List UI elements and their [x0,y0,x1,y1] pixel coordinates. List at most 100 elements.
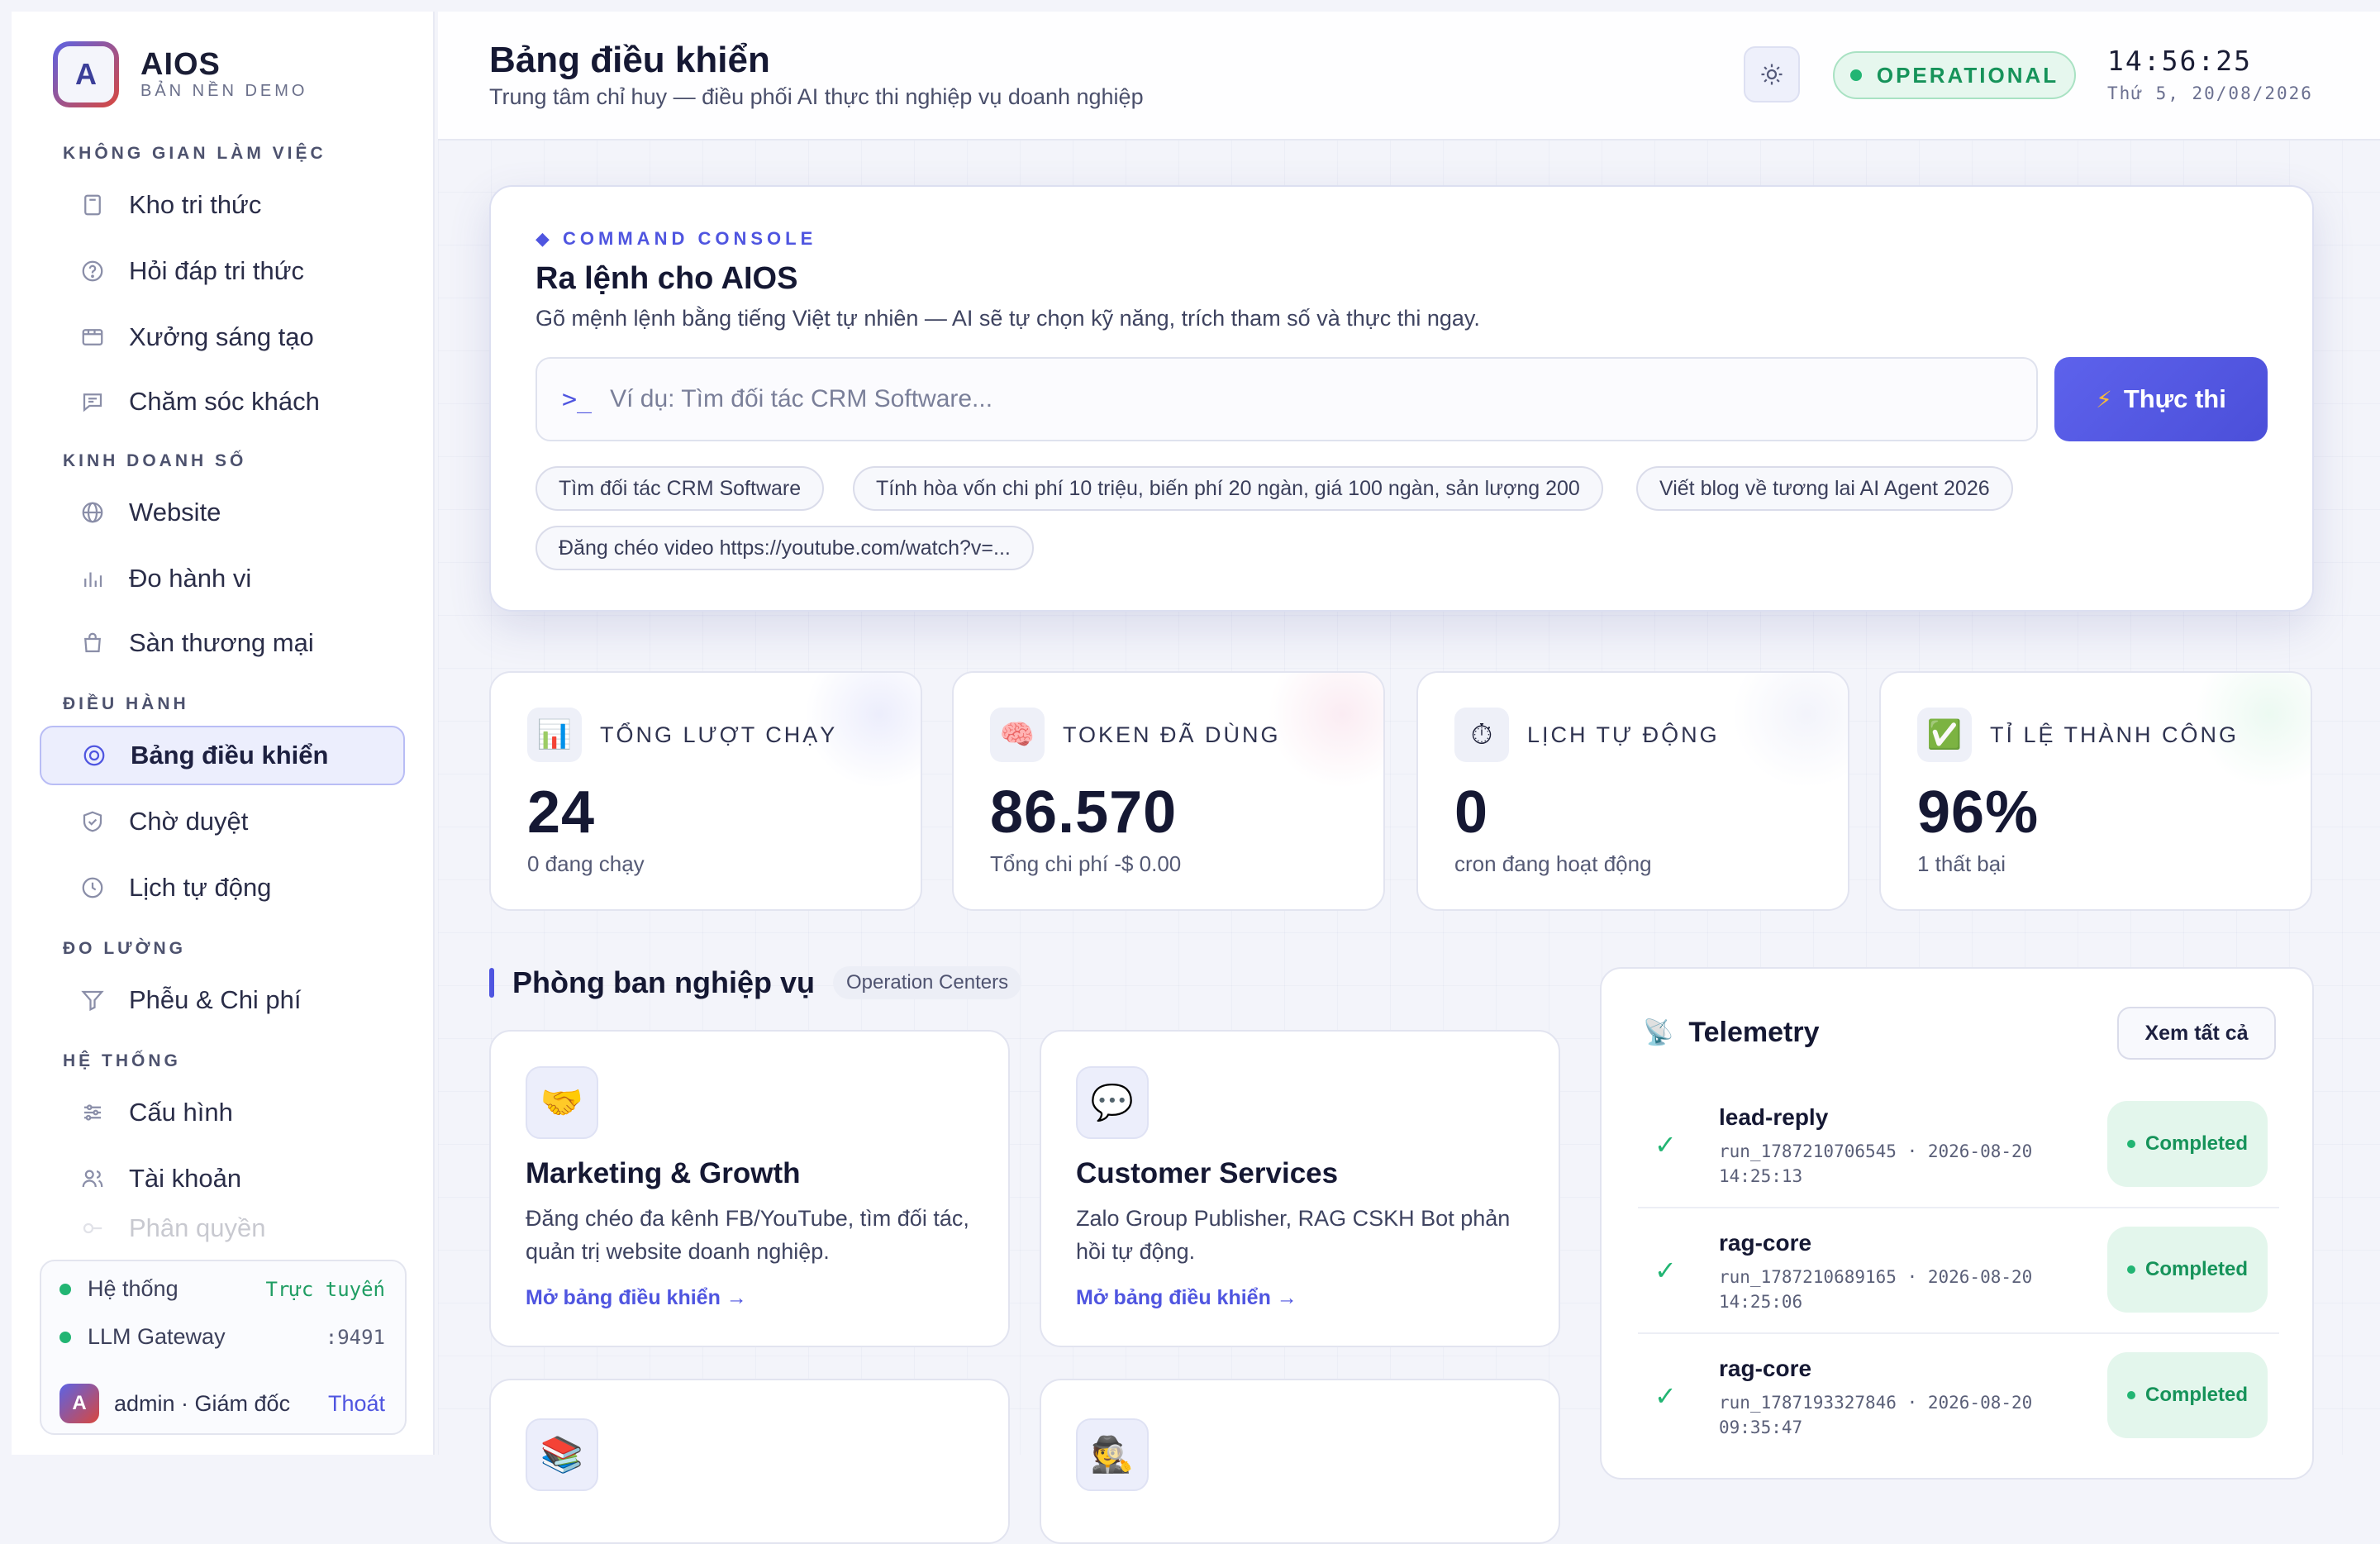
gateway-port: :9491 [325,1325,385,1349]
clock: 14:56:25 Thứ 5, 20/08/2026 [2107,45,2313,103]
users-icon [78,1164,107,1194]
sliders-icon [78,1098,107,1127]
lightning-icon: ⚡ [2096,386,2112,412]
execute-button[interactable]: ⚡ Thực thi [2054,357,2268,441]
sidebar-item-label: Hỏi đáp tri thức [129,256,305,285]
stat-value: 0 [1454,779,1489,846]
telemetry-run-row[interactable]: ✓ lead-reply run_1787210706545 · 2026-08… [1638,1083,2279,1208]
open-dashboard-link[interactable]: Mở bảng điều khiển → [1076,1286,1297,1310]
online-dot [60,1331,71,1343]
suggestion-chip[interactable]: Viết blog về tương lai AI Agent 2026 [1636,466,2013,511]
check-icon: ✓ [1654,1130,1677,1160]
stat-value: 86.570 [990,779,1178,846]
handshake-icon: 🤝 [526,1066,598,1139]
department-card-partial[interactable]: 🕵 [1040,1379,1560,1544]
brand-logo[interactable]: A [53,41,119,107]
sidebar-item-permissions[interactable]: Phân quyền [40,1212,405,1245]
logout-link[interactable]: Thoát [328,1391,385,1417]
command-input-box[interactable]: >_ [536,357,2038,441]
system-status-row: Hệ thống Trực tuyến [60,1276,385,1302]
shield-check-icon [78,807,107,836]
terminal-prompt-icon: >_ [562,384,593,414]
clock-time: 14:56:25 [2107,45,2252,77]
department-description: Đăng chéo đa kênh FB/YouTube, tìm đối tá… [526,1206,969,1264]
sidebar-item-label: Phễu & Chi phí [129,985,302,1014]
sidebar-item-automation-schedule[interactable]: Lịch tự động [40,858,405,917]
page-subtitle: Trung tâm chỉ huy — điều phối AI thực th… [489,84,1144,109]
suggestion-chip[interactable]: Tìm đối tác CRM Software [536,466,825,511]
shopping-bag-icon [78,628,107,658]
execute-label: Thực thi [2123,384,2226,413]
funnel-icon [78,985,107,1015]
department-card-marketing[interactable]: 🤝 Marketing & Growth Đăng chéo đa kênh F… [489,1030,1010,1347]
sidebar-item-customer-care[interactable]: Chăm sóc khách [40,372,405,431]
sidebar-item-creative-studio[interactable]: Xưởng sáng tạo [40,307,405,367]
check-icon: ✓ [1654,1256,1677,1285]
run-meta: run_1787210706545 · 2026-08-20 14:25:13 [1719,1141,2033,1186]
sidebar-item-dashboard[interactable]: Bảng điều khiển [40,726,405,785]
globe-icon [78,498,107,527]
run-name: lead-reply [1719,1104,1829,1130]
sidebar-item-label: Đo hành vi [129,564,252,593]
sidebar-item-pending-approval[interactable]: Chờ duyệt [40,792,405,851]
department-name: Marketing & Growth [526,1157,801,1189]
stat-label: TOKEN ĐÃ DÙNG [1063,722,1281,747]
bar-chart-icon [78,564,107,593]
chart-icon: 📊 [527,708,582,762]
department-card-customer-services[interactable]: 💬 Customer Services Zalo Group Publisher… [1040,1030,1560,1347]
system-label: Hệ thống [88,1276,178,1301]
sidebar-item-configuration[interactable]: Cấu hình [40,1083,405,1142]
sidebar-item-knowledge-qa[interactable]: Hỏi đáp tri thức [40,241,405,301]
stat-subtext: 1 thất bại [1917,851,2006,876]
help-circle-icon [78,256,107,286]
sidebar-item-label: Bảng điều khiển [131,741,329,770]
sidebar-item-behavior-tracking[interactable]: Đo hành vi [40,549,405,608]
telemetry-run-row[interactable]: ✓ rag-core run_1787210689165 · 2026-08-2… [1638,1208,2279,1334]
section-accent-bar [489,968,494,998]
open-dashboard-link[interactable]: Mở bảng điều khiển → [526,1286,747,1310]
theme-toggle-button[interactable] [1744,46,1800,102]
clock-date: Thứ 5, 20/08/2026 [2107,83,2313,103]
sidebar-item-label: Kho tri thức [129,190,262,219]
run-meta: run_1787210689165 · 2026-08-20 14:25:06 [1719,1267,2033,1312]
avatar[interactable]: A [60,1384,99,1423]
sidebar-item-accounts[interactable]: Tài khoản [40,1149,405,1208]
stat-subtext: 0 đang chạy [527,851,645,876]
telemetry-run-row[interactable]: ✓ rag-core run_1787193327846 · 2026-08-2… [1638,1334,2279,1458]
sidebar-item-label: Tài khoản [129,1164,242,1193]
dashboard-icon [79,741,109,770]
brand-name: AIOS [140,47,221,82]
departments-title: Phòng ban nghiệp vụ [512,965,815,999]
view-all-button[interactable]: Xem tất cả [2117,1007,2276,1060]
section-label-operations: ĐIỀU HÀNH [63,694,189,713]
command-input[interactable] [608,384,2017,414]
section-label-workspace: KHÔNG GIAN LÀM VIỆC [63,144,326,163]
section-label-measurement: ĐO LƯỜNG [63,939,186,958]
online-dot [60,1283,71,1295]
run-name: rag-core [1719,1356,1812,1381]
stat-value: 96% [1917,779,2040,846]
gateway-label: LLM Gateway [88,1324,226,1349]
command-console: ◆ COMMAND CONSOLE Ra lệnh cho AIOS Gõ mệ… [489,185,2314,612]
run-meta: run_1787193327846 · 2026-08-20 09:35:47 [1719,1393,2033,1437]
sidebar-item-knowledge-base[interactable]: Kho tri thức [40,175,405,235]
user-row: A admin · Giám đốc Thoát [60,1384,385,1423]
sidebar-item-marketplace[interactable]: Sàn thương mại [40,613,405,673]
brain-icon: 🧠 [990,708,1045,762]
department-card-partial[interactable]: 📚 [489,1379,1010,1544]
suggestion-chip[interactable]: Tính hòa vốn chi phí 10 triệu, biến phí … [853,466,1603,511]
console-kicker: ◆ COMMAND CONSOLE [536,228,817,249]
status-dot [1849,69,1862,81]
gateway-status-row: LLM Gateway :9491 [60,1324,385,1350]
sidebar-item-label: Website [129,498,221,527]
telemetry-title: 📡 Telemetry [1643,1017,1820,1048]
brand: A AIOS BẢN NỀN DEMO [53,41,307,107]
sidebar-item-website[interactable]: Website [40,483,405,542]
operational-status-badge: OPERATIONAL [1833,51,2076,99]
sidebar-item-funnel-cost[interactable]: Phễu & Chi phí [40,970,405,1030]
suggestion-chip[interactable]: Đăng chéo video https://youtube.com/watc… [536,526,1034,570]
stopwatch-icon: ⏱ [1454,708,1509,762]
stat-label: LỊCH TỰ ĐỘNG [1527,722,1720,747]
stat-value: 24 [527,779,596,846]
satellite-icon: 📡 [1643,1019,1674,1046]
